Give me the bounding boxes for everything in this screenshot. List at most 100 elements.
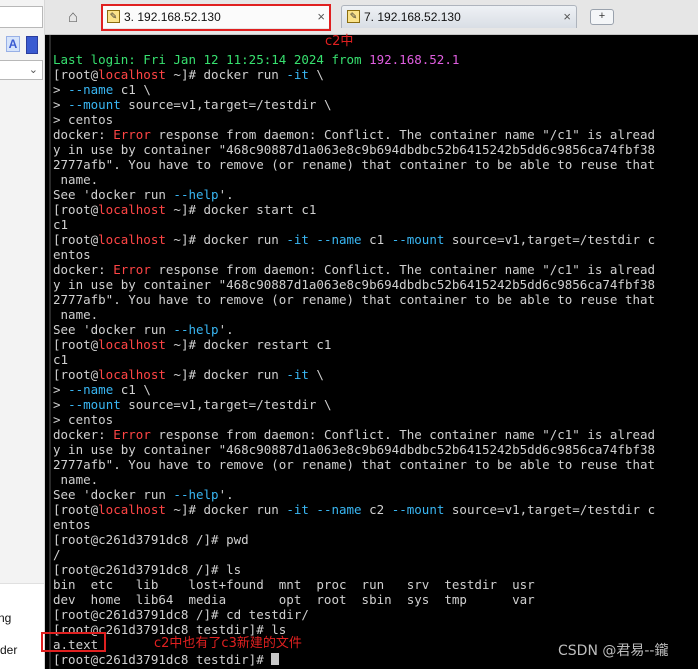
terminal-text: '. [218,187,234,202]
terminal-line: [root@localhost ~]# docker run -it --nam… [53,502,655,517]
terminal-line: [root@localhost ~]# docker run -it \ [53,67,655,82]
terminal-text: \ [308,67,324,82]
terminal-text: \ [308,367,324,382]
terminal-text: ~]# docker run [165,67,287,82]
terminal-line: > centos [53,412,655,427]
terminal-text: -it [286,367,309,382]
terminal-line: > --name c1 \ [53,382,655,397]
terminal-text: 192.168.52.1 [369,52,460,67]
terminal-text: name. [53,307,99,322]
terminal-text: See 'docker run [53,187,174,202]
terminal-line: docker: Error response from daemon: Conf… [53,427,655,442]
terminal-text: source=v1,target=/testdir \ [120,97,332,112]
left-panel-list-item[interactable]: ng [0,611,11,625]
terminal-line: docker: Error response from daemon: Conf… [53,127,655,142]
terminal-line: 2777afb". You have to remove (or rename)… [53,292,655,307]
terminal-text: [root@ [53,232,99,247]
terminal-text: See 'docker run [53,487,174,502]
close-icon[interactable]: × [563,6,571,28]
terminal-line: [root@c261d3791dc8 /]# ls [53,562,655,577]
terminal-text: response from daemon: Conflict. The cont… [150,427,656,442]
font-a-icon[interactable]: A [6,36,20,52]
terminal-text: 2777afb". You have to remove (or rename)… [53,457,656,472]
terminal-line: > --mount source=v1,target=/testdir \ [53,397,655,412]
terminal-text: --name [68,82,114,97]
terminal-text: '. [218,322,234,337]
tab-session-7[interactable]: ✎ 7. 192.168.52.130 × [341,5,577,28]
terminal-text: entos [53,517,91,532]
terminal-text: y in use by container "468c90887d1a063e8… [53,277,656,292]
left-side-panel: A ⌄ ng der [0,0,45,669]
terminal-line: docker: Error response from daemon: Conf… [53,262,655,277]
terminal-text: source=v1,target=/testdir c [444,232,656,247]
terminal-text: --help [173,322,219,337]
terminal-text: localhost [98,67,166,82]
home-icon[interactable]: ⌂ [59,6,87,28]
terminal-text: --help [173,187,219,202]
terminal-icon: ✎ [347,10,360,23]
terminal-text: 2777afb". You have to remove (or rename)… [53,157,656,172]
terminal-line: dev home lib64 media opt root sbin sys t… [53,592,655,607]
terminal-text: --mount [68,97,121,112]
terminal-text: name. [53,472,99,487]
bookmark-icon[interactable] [26,36,38,54]
terminal-line: [root@c261d3791dc8 /]# cd testdir/ [53,607,655,622]
terminal-text: --help [173,487,219,502]
terminal-line: / [53,547,655,562]
terminal-line: entos [53,517,655,532]
terminal-line: > --mount source=v1,target=/testdir \ [53,97,655,112]
terminal-scrollbar[interactable] [49,35,51,669]
chevron-down-icon: ⌄ [28,64,38,76]
terminal-text: response from daemon: Conflict. The cont… [150,127,656,142]
tab-session-3[interactable]: ✎ 3. 192.168.52.130 × [101,5,331,28]
terminal-text: c1 \ [113,382,151,397]
terminal-line: [root@localhost ~]# docker run -it \ [53,367,655,382]
terminal-line: > --name c1 \ [53,82,655,97]
terminal-text: --name [316,502,362,517]
terminal-text: > [53,97,69,112]
terminal-text: docker: [53,262,114,277]
terminal-line: bin etc lib lost+found mnt proc run srv … [53,577,655,592]
terminal-text: --name [68,382,114,397]
terminal-text: entos [53,247,91,262]
left-panel-list-item[interactable]: der [0,643,17,657]
terminal-text: > [53,382,69,397]
terminal-line: y in use by container "468c90887d1a063e8… [53,277,655,292]
terminal-text: [root@c261d3791dc8 /]# pwd [53,532,249,547]
terminal-text: bin etc lib lost+found mnt proc run srv … [53,577,535,592]
terminal-text: c2 [361,502,392,517]
terminal-text: > centos [53,112,114,127]
terminal-text: a.text [53,637,99,652]
watermark: CSDN @君易--鑨 [558,643,669,659]
terminal-line: c1 [53,352,655,367]
terminal-text: [root@c261d3791dc8 /]# cd testdir/ [53,607,309,622]
terminal-text: -it [286,67,309,82]
close-icon[interactable]: × [317,6,325,28]
terminal-text: --mount [68,397,121,412]
terminal-text: localhost [98,502,166,517]
terminal-text: Error [113,427,151,442]
terminal-line: entos [53,247,655,262]
terminal-text: docker: [53,127,114,142]
tab-label: 7. 192.168.52.130 [364,10,461,24]
terminal-line: Last login: Fri Jan 12 11:25:14 2024 fro… [53,52,655,67]
terminal-text: ~]# docker run [165,232,287,247]
left-panel-input[interactable] [0,6,43,28]
terminal-text: / [53,547,61,562]
terminal-text: [root@c261d3791dc8 /]# ls [53,562,242,577]
file-annotation: c2中也有了c3新建的文件 [154,636,302,651]
terminal-text: ~]# docker run [165,502,287,517]
terminal-text: Last login: Fri Jan 12 11:25:14 2024 fro… [53,52,370,67]
terminal-text: [root@c261d3791dc8 testdir]# [53,652,272,667]
terminal-line: y in use by container "468c90887d1a063e8… [53,142,655,157]
terminal-window[interactable]: Last login: Fri Jan 12 11:25:14 2024 fro… [45,35,698,669]
new-tab-button[interactable]: + [590,9,614,25]
tab-label: 3. 192.168.52.130 [124,10,221,24]
left-panel-dropdown[interactable]: ⌄ [0,60,43,80]
terminal-line: name. [53,472,655,487]
terminal-text: localhost [98,232,166,247]
terminal-line: name. [53,172,655,187]
terminal-line: name. [53,307,655,322]
terminal-text: y in use by container "468c90887d1a063e8… [53,142,656,157]
terminal-icon: ✎ [107,10,120,23]
